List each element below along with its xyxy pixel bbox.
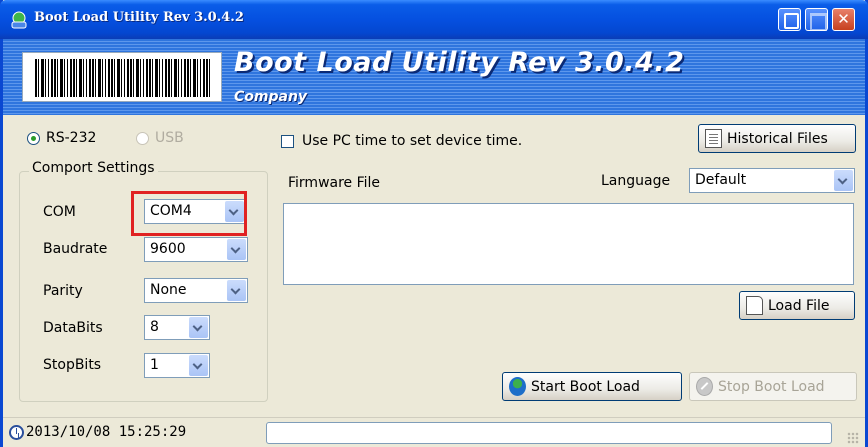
start-boot-load-button[interactable]: Start Boot Load <box>502 372 682 401</box>
stop-icon <box>696 377 713 396</box>
chevron-down-icon[interactable] <box>189 355 208 376</box>
clock-icon <box>9 425 24 440</box>
banner-title: Boot Load Utility Rev 3.0.4.2 <box>234 47 685 78</box>
stopbits-select[interactable]: 1 <box>144 353 210 378</box>
radio-usb-label: USB <box>155 130 184 146</box>
firmware-file-label: Firmware File <box>288 175 381 191</box>
resize-grip[interactable] <box>847 432 859 444</box>
parity-label: Parity <box>43 283 83 299</box>
firmware-file-field[interactable] <box>283 203 854 285</box>
baudrate-label: Baudrate <box>43 241 108 257</box>
document-icon <box>705 129 722 148</box>
app-icon <box>11 11 27 29</box>
start-boot-load-label: Start Boot Load <box>531 378 640 395</box>
maximize-icon[interactable] <box>805 8 828 31</box>
status-bar: 2013/10/08 15:25:29 <box>3 417 865 447</box>
header-banner: Boot Load Utility Rev 3.0.4.2 Company <box>3 39 865 115</box>
databits-select[interactable]: 8 <box>144 315 210 340</box>
title-bar[interactable]: Boot Load Utility Rev 3.0.4.2 <box>0 0 868 39</box>
banner-company: Company <box>234 89 308 105</box>
minimize-icon[interactable] <box>778 8 801 31</box>
close-icon[interactable] <box>832 8 855 31</box>
baudrate-select[interactable]: 9600 <box>144 237 248 262</box>
radio-dot <box>136 131 149 145</box>
boot-icon <box>509 377 526 396</box>
checkbox-box <box>281 134 294 148</box>
parity-value: None <box>150 282 187 298</box>
com-highlight-box <box>131 191 247 236</box>
baudrate-value: 9600 <box>150 241 186 257</box>
language-select[interactable]: Default <box>689 168 855 193</box>
use-pc-time-checkbox[interactable]: Use PC time to set device time. <box>281 133 522 149</box>
historical-files-label: Historical Files <box>727 130 828 147</box>
file-icon <box>746 296 763 315</box>
stopbits-label: StopBits <box>43 357 102 373</box>
stop-boot-load-button[interactable]: Stop Boot Load <box>689 372 857 401</box>
historical-files-button[interactable]: Historical Files <box>698 124 856 153</box>
comport-group-label: Comport Settings <box>29 160 158 176</box>
language-label: Language <box>601 173 671 189</box>
stop-boot-load-label: Stop Boot Load <box>718 378 825 395</box>
status-timestamp: 2013/10/08 15:25:29 <box>26 424 187 440</box>
language-value: Default <box>695 172 747 188</box>
parity-select[interactable]: None <box>144 278 248 303</box>
chevron-down-icon[interactable] <box>834 170 853 191</box>
window-title: Boot Load Utility Rev 3.0.4.2 <box>34 10 244 25</box>
chevron-down-icon[interactable] <box>227 280 246 301</box>
radio-usb[interactable]: USB <box>136 130 184 146</box>
com-label: COM <box>43 204 76 220</box>
chevron-down-icon[interactable] <box>189 317 208 338</box>
progress-bar <box>266 422 832 444</box>
load-file-label: Load File <box>768 297 830 314</box>
radio-dot <box>27 131 40 145</box>
app-window: Boot Load Utility Rev 3.0.4.2 Boot Load … <box>0 0 868 447</box>
chevron-down-icon[interactable] <box>227 239 246 260</box>
stopbits-value: 1 <box>150 357 159 373</box>
use-pc-time-label: Use PC time to set device time. <box>302 133 523 149</box>
load-file-button[interactable]: Load File <box>739 291 855 320</box>
radio-rs232-label: RS-232 <box>46 130 97 146</box>
barcode-logo <box>22 52 222 102</box>
databits-label: DataBits <box>43 320 103 336</box>
databits-value: 8 <box>150 319 159 335</box>
radio-rs232[interactable]: RS-232 <box>27 130 96 146</box>
